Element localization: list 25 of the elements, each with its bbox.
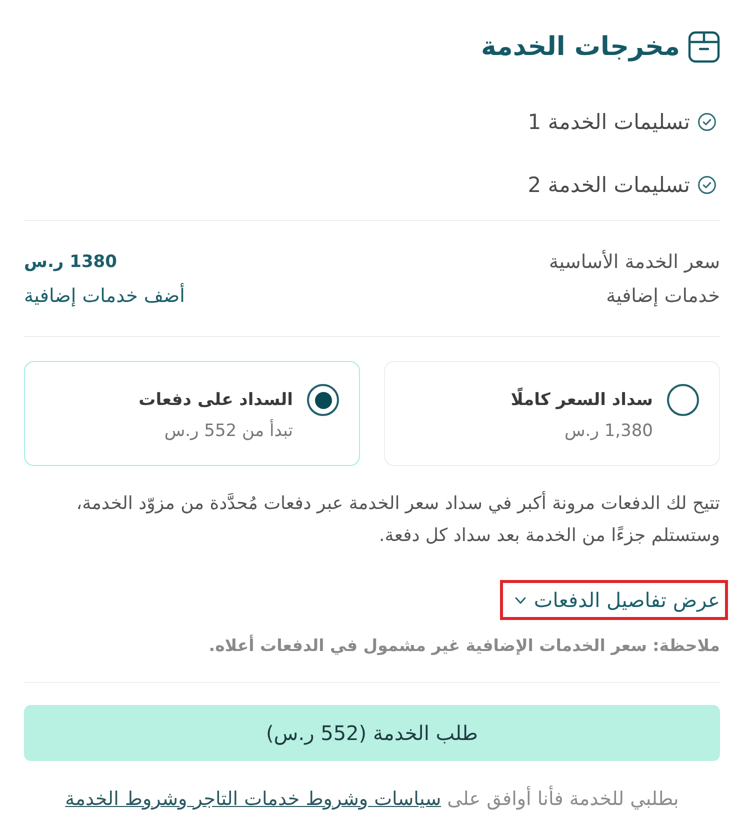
box-icon — [688, 31, 720, 63]
chevron-icon — [514, 596, 526, 604]
note-text: ملاحظة: سعر الخدمات الإضافية غير مشمول في الدفعات أعلاه. — [208, 634, 720, 657]
deliverable-text: تسليمات الخدمة 2 — [528, 172, 690, 199]
submit-button[interactable]: طلب الخدمة (552 ر.س) — [24, 705, 720, 761]
terms-text: بطلبي للخدمة فأنا أوافق على سياسات وشروط خدمات التاجر وشروط الخدمة — [24, 786, 720, 812]
option-title: السداد على دفعات — [138, 389, 293, 412]
option-price: تبدأ من 552 ر.س — [163, 420, 293, 442]
price-value: 1380 ر.س — [24, 251, 117, 274]
terms-link[interactable]: سياسات وشروط خدمات التاجر وشروط الخدمة — [65, 788, 442, 810]
payment-option-card[interactable]: سداد السعر كاملًا 1,380 ر.س — [384, 361, 720, 466]
description-text: تتيح لك الدفعات مرونة أكبر في سداد سعر الخدمة عبر دفعات مُحدَّدة من مزوّد الخدمة، وستستلم جزءًا من الخدمة بعد سداد كل دفعة. — [75, 490, 720, 548]
check-circle-icon — [698, 113, 716, 131]
price-label: خدمات إضافية — [606, 284, 720, 309]
deliverable-text: تسليمات الخدمة 1 — [528, 109, 690, 136]
radio-button[interactable] — [667, 384, 699, 416]
section-title: مخرجات الخدمة — [481, 31, 680, 64]
payment-option-card[interactable]: السداد على دفعات تبدأ من 552 ر.س — [24, 361, 360, 466]
check-circle-icon — [698, 176, 716, 194]
radio-button[interactable] — [307, 384, 339, 416]
option-price: 1,380 ر.س — [564, 420, 653, 442]
add-services-link[interactable]: أضف خدمات إضافية — [24, 283, 185, 309]
payment-details-toggle[interactable]: عرض تفاصيل الدفعات — [514, 588, 720, 612]
option-title: سداد السعر كاملًا — [510, 388, 653, 412]
price-label: سعر الخدمة الأساسية — [549, 249, 720, 275]
